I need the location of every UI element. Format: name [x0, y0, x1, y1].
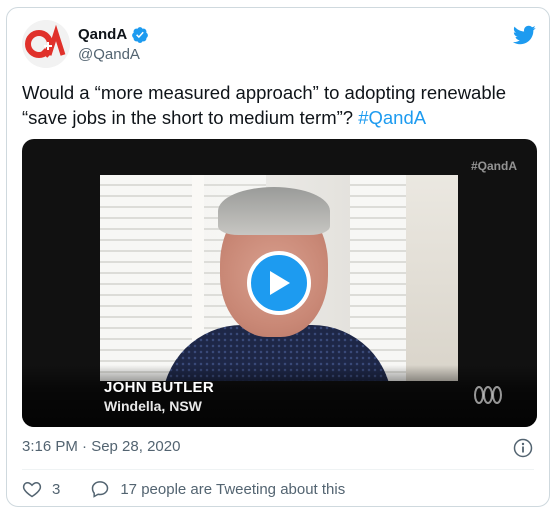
twitter-bird-icon[interactable] [512, 23, 536, 52]
tweet-timestamp[interactable]: 3:16 PM · Sep 28, 2020 [22, 438, 180, 455]
video-watermark: #QandA [470, 159, 517, 173]
caption-name: JOHN BUTLER [104, 379, 214, 396]
window-shutter-left [100, 175, 192, 381]
abc-logo-icon [473, 385, 503, 410]
caption-gradient [22, 365, 537, 427]
tweet-actions: 3 17 people are Tweeting about this [22, 479, 345, 499]
tweet-body-text: Would a “more measured approach” to adop… [22, 82, 507, 128]
wall [406, 175, 458, 381]
hashtag-link[interactable]: #QandA [358, 107, 426, 128]
verified-badge-icon [132, 27, 149, 43]
tweet-text: Would a “more measured approach” to adop… [22, 80, 532, 130]
heart-icon [22, 481, 42, 498]
author-name-row[interactable]: QandA [78, 25, 149, 45]
person-hair [218, 187, 330, 235]
like-count: 3 [52, 480, 61, 498]
info-icon[interactable] [513, 438, 533, 463]
conversation-link[interactable]: 17 people are Tweeting about this [90, 479, 345, 499]
author-handle[interactable]: @QandA [78, 45, 149, 65]
author-block: QandA @QandA [78, 25, 149, 65]
video-player[interactable]: #QandA JOHN BUTLER Windella, NSW [22, 139, 537, 427]
avatar[interactable] [22, 20, 70, 68]
qanda-logo-icon [22, 20, 70, 68]
author-display-name[interactable]: QandA [78, 25, 127, 45]
divider [22, 469, 534, 470]
like-button[interactable]: 3 [22, 479, 60, 499]
conversation-label: 17 people are Tweeting about this [120, 480, 346, 498]
play-button[interactable] [247, 251, 311, 315]
caption-location: Windella, NSW [104, 398, 202, 414]
tweet-card: QandA @QandA Would a “more measured appr… [6, 7, 550, 507]
reply-bubble-icon [92, 481, 109, 498]
play-icon [270, 271, 290, 295]
